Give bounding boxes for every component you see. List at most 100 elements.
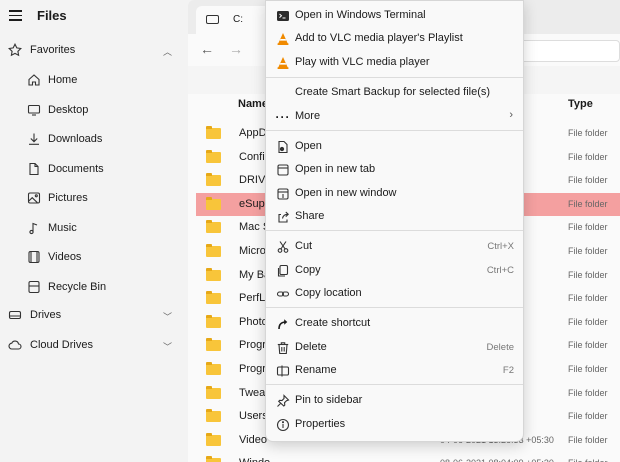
sidebar-item-home[interactable]: Home: [0, 66, 188, 94]
menu-item-open-in-windows-terminal[interactable]: Open in Windows Terminal: [270, 4, 520, 28]
file-type: File folder: [568, 316, 608, 327]
column-header-name[interactable]: Name: [238, 98, 268, 120]
context-menu: Open in Windows Terminal Add to VLC media…: [265, 0, 524, 442]
sidebar-section-label: Favorites: [30, 44, 76, 56]
file-name: Micro: [239, 245, 266, 257]
file-type: File folder: [568, 411, 608, 422]
menu-item-open-in-new-window[interactable]: Open in new window: [270, 182, 520, 206]
menu-item-label: Copy: [295, 264, 321, 276]
menu-item-open[interactable]: Open: [270, 135, 520, 159]
folder-icon: [206, 126, 221, 139]
menu-item-copy[interactable]: Copy Ctrl+C: [270, 259, 520, 283]
menu-item-delete[interactable]: Delete Delete: [270, 336, 520, 360]
menu-item-pin-to-sidebar[interactable]: Pin to sidebar: [270, 389, 520, 413]
file-type: File folder: [568, 434, 608, 445]
info-icon: [276, 418, 290, 432]
menu-item-add-to-vlc-media-player-s-playlist[interactable]: Add to VLC media player's Playlist: [270, 27, 520, 51]
cloud-icon: [8, 338, 22, 352]
sidebar-item-label: Home: [48, 74, 78, 86]
pin-icon: [276, 394, 290, 408]
picture-icon: [27, 191, 41, 205]
sidebar-section-drives[interactable]: Drives ﹀: [0, 301, 188, 329]
drive-icon: [206, 15, 219, 24]
file-type: File folder: [568, 458, 608, 462]
menu-item-rename[interactable]: Rename F2: [270, 359, 520, 383]
chevron-down-icon[interactable]: ﹀: [163, 340, 172, 353]
column-header-type[interactable]: Type: [568, 98, 593, 120]
hamburger-menu-icon[interactable]: [9, 10, 22, 21]
forward-arrow-icon[interactable]: →: [229, 41, 243, 57]
share-icon: [276, 210, 290, 224]
sidebar-item-videos[interactable]: Videos: [0, 243, 188, 271]
folder-icon: [206, 409, 221, 423]
menu-item-label: More: [295, 110, 321, 122]
menu-item-label: Open: [295, 140, 322, 152]
desktop-icon: [27, 103, 41, 117]
document-icon: [27, 162, 41, 176]
sidebar-item-label: Documents: [48, 162, 104, 175]
file-row[interactable]: Windo 08-06-2021 08:04:09 +05:30 File fold…: [196, 452, 620, 462]
menu-item-label: Play with VLC media player: [295, 56, 430, 68]
home-icon: [27, 73, 41, 87]
menu-item-create-shortcut[interactable]: Create shortcut: [270, 312, 520, 336]
recycle-bin-icon: [27, 280, 41, 294]
drive-icon: [8, 308, 22, 322]
menu-item-label: Delete: [295, 341, 327, 353]
sidebar-item-label: Recycle Bin: [48, 280, 107, 293]
chevron-down-icon[interactable]: ﹀: [163, 310, 172, 323]
menu-item-label: Create shortcut: [295, 317, 371, 329]
more-icon: ···: [275, 110, 291, 124]
sidebar: Files Favorites ︿ Home Desktop Downloads Do…: [0, 0, 188, 462]
music-icon: [27, 221, 41, 235]
chevron-up-icon[interactable]: ︿: [163, 45, 172, 58]
menu-item-open-in-new-tab[interactable]: Open in new tab: [270, 158, 520, 182]
video-icon: [27, 250, 41, 264]
folder-icon: [206, 267, 221, 281]
menu-item-label: Open in new window: [295, 187, 397, 199]
menu-item-share[interactable]: Share: [270, 205, 520, 229]
file-name: Video: [239, 433, 267, 446]
star-icon: [8, 43, 22, 57]
open-icon: [276, 140, 290, 154]
sidebar-item-downloads[interactable]: Downloads: [0, 125, 188, 153]
menu-item-create-smart-backup-for-selected-file-s[interactable]: Create Smart Backup for selected file(s): [270, 81, 520, 105]
tab-c-drive[interactable]: C:: [196, 6, 276, 34]
shortcut-hint: Delete: [486, 342, 514, 353]
sidebar-section-favorites[interactable]: Favorites ︿: [0, 36, 188, 64]
folder-icon: [206, 314, 221, 328]
file-type: File folder: [568, 151, 608, 162]
menu-item-cut[interactable]: Cut Ctrl+X: [270, 235, 520, 259]
file-type: File folder: [568, 246, 608, 256]
menu-item-label: Add to VLC media player's Playlist: [295, 32, 463, 44]
sidebar-item-pictures[interactable]: Pictures: [0, 184, 188, 212]
vlc-icon: [276, 56, 290, 70]
date-modified: 08-06-2021 08:04:09 +05:30: [440, 458, 554, 462]
sidebar-item-label: Downloads: [48, 133, 103, 145]
menu-item-copy-location[interactable]: Copy location: [270, 282, 520, 306]
sidebar-item-music[interactable]: Music: [0, 214, 188, 242]
menu-item-label: Properties: [295, 418, 346, 430]
folder-icon: [206, 244, 221, 257]
folder-icon: [206, 173, 221, 187]
folder-icon: [206, 385, 221, 399]
back-arrow-icon[interactable]: ←: [200, 41, 214, 57]
sidebar-section-cloud-drives[interactable]: Cloud Drives ﹀: [0, 331, 188, 359]
folder-icon: [206, 362, 221, 375]
menu-item-label: Cut: [295, 240, 313, 252]
app-title: Files: [37, 8, 67, 23]
folder-icon: [206, 220, 221, 234]
menu-item-more[interactable]: ··· More ›: [270, 105, 520, 129]
file-type: File folder: [568, 387, 608, 398]
tab-label: C:: [233, 14, 243, 25]
sidebar-item-documents[interactable]: Documents: [0, 155, 188, 183]
shortcut-icon: [276, 317, 290, 331]
file-type: File folder: [568, 198, 608, 209]
sidebar-item-recycle-bin[interactable]: Recycle Bin: [0, 273, 188, 301]
new-tab-icon: [276, 163, 290, 177]
menu-item-properties[interactable]: Properties: [270, 413, 520, 437]
download-icon: [27, 132, 41, 146]
menu-separator: [266, 130, 523, 131]
file-name: Windo: [239, 457, 270, 462]
sidebar-item-desktop[interactable]: Desktop: [0, 96, 188, 124]
menu-item-play-with-vlc-media-player[interactable]: Play with VLC media player: [270, 51, 520, 75]
